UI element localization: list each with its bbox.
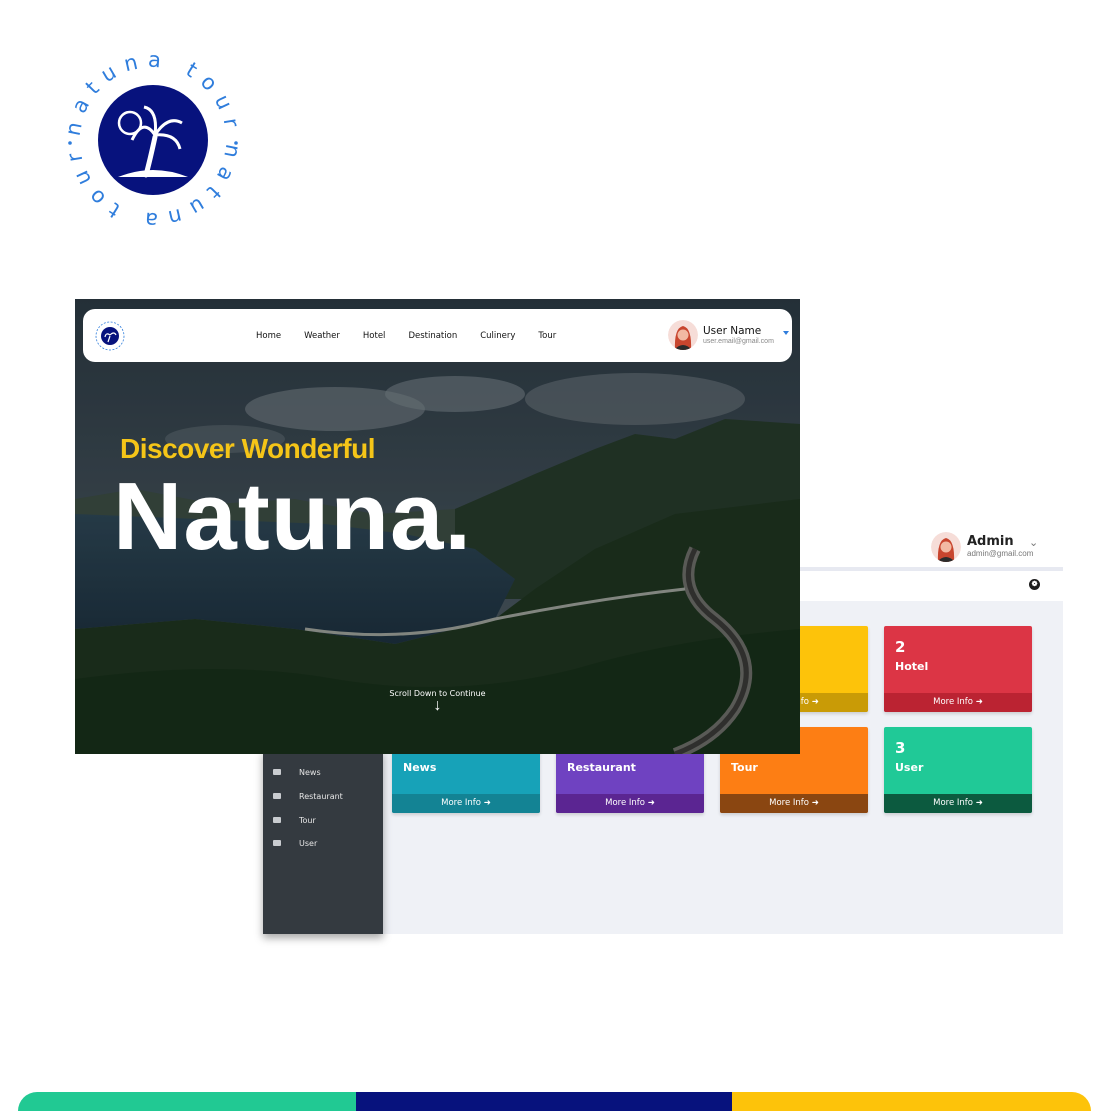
more-info-link[interactable]: More Info ➜ xyxy=(556,794,704,813)
sidebar-item-news[interactable]: News xyxy=(263,765,383,779)
nav-link-hotel[interactable]: Hotel xyxy=(363,331,386,341)
nav-links: Home Weather Hotel Destination Culinery … xyxy=(256,331,579,341)
landing-navbar: Home Weather Hotel Destination Culinery … xyxy=(83,309,792,362)
stat-card-user: 3 User More Info ➜ xyxy=(884,727,1032,813)
arrow-right-icon: ➜ xyxy=(811,697,819,707)
card-label: Tour xyxy=(731,761,758,774)
sidebar-item-restaurant[interactable]: Restaurant xyxy=(263,789,383,803)
more-info-link[interactable]: More Info ➜ xyxy=(884,693,1032,712)
hero-subtitle: Discover Wonderful xyxy=(120,433,375,464)
utensils-icon xyxy=(273,793,281,799)
admin-user-menu[interactable]: Admin admin@gmail.com xyxy=(931,532,1033,562)
more-info-link[interactable]: More Info ➜ xyxy=(720,794,868,813)
admin-email: admin@gmail.com xyxy=(967,549,1034,558)
user-menu[interactable]: User Name user.email@gmail.com xyxy=(668,320,774,350)
dashboard-icon[interactable]: ❁ xyxy=(1029,579,1040,590)
card-label: News xyxy=(403,761,437,774)
nav-link-weather[interactable]: Weather xyxy=(304,331,340,341)
sidebar-item-user[interactable]: User xyxy=(263,836,383,850)
sidebar-item-tour[interactable]: Tour xyxy=(263,813,383,827)
sidebar-item-label: Tour xyxy=(299,815,316,825)
user-name: User Name xyxy=(703,324,762,337)
arrow-down-icon[interactable]: ↓ xyxy=(75,697,800,715)
admin-name: Admin xyxy=(967,534,1014,549)
sidebar-item-label: News xyxy=(299,767,321,777)
nav-link-tour[interactable]: Tour xyxy=(538,331,556,341)
card-label: Hotel xyxy=(895,660,929,673)
hero-title: Natuna. xyxy=(113,463,473,570)
stripe-yellow xyxy=(732,1092,1091,1111)
card-count: 2 xyxy=(895,638,906,656)
landing-page-screenshot: Home Weather Hotel Destination Culinery … xyxy=(75,299,800,754)
nav-link-home[interactable]: Home xyxy=(256,331,281,341)
stat-card-hotel: 2 Hotel More Info ➜ xyxy=(884,626,1032,712)
suitcase-icon xyxy=(273,817,281,823)
avatar xyxy=(668,320,698,350)
natuna-tour-logo[interactable] xyxy=(95,321,125,351)
card-label: Restaurant xyxy=(567,761,636,774)
user-email: user.email@gmail.com xyxy=(703,337,774,345)
arrow-right-icon: ➜ xyxy=(811,798,819,808)
arrow-right-icon: ➜ xyxy=(647,798,655,808)
stripe-navy xyxy=(356,1092,732,1111)
brand-color-stripe xyxy=(18,1092,1091,1111)
more-info-link[interactable]: More Info ➜ xyxy=(392,794,540,813)
newspaper-icon xyxy=(273,769,281,775)
admin-sidebar: News Restaurant Tour User xyxy=(263,750,383,934)
natuna-tour-logo: natuna tour natuna tour xyxy=(58,45,248,235)
card-label: User xyxy=(895,761,924,774)
sidebar-item-label: User xyxy=(299,838,318,848)
nav-link-culinery[interactable]: Culinery xyxy=(480,331,515,341)
caret-down-icon[interactable] xyxy=(783,331,789,335)
avatar xyxy=(931,532,961,562)
users-icon xyxy=(273,840,281,846)
stripe-teal xyxy=(18,1092,356,1111)
nav-link-destination[interactable]: Destination xyxy=(408,331,457,341)
arrow-right-icon: ➜ xyxy=(975,697,983,707)
card-count: 3 xyxy=(895,739,906,757)
sidebar-item-label: Restaurant xyxy=(299,791,343,801)
arrow-right-icon: ➜ xyxy=(975,798,983,808)
arrow-right-icon: ➜ xyxy=(483,798,491,808)
chevron-down-icon[interactable]: ⌄ xyxy=(1029,536,1038,549)
more-info-link[interactable]: More Info ➜ xyxy=(884,794,1032,813)
